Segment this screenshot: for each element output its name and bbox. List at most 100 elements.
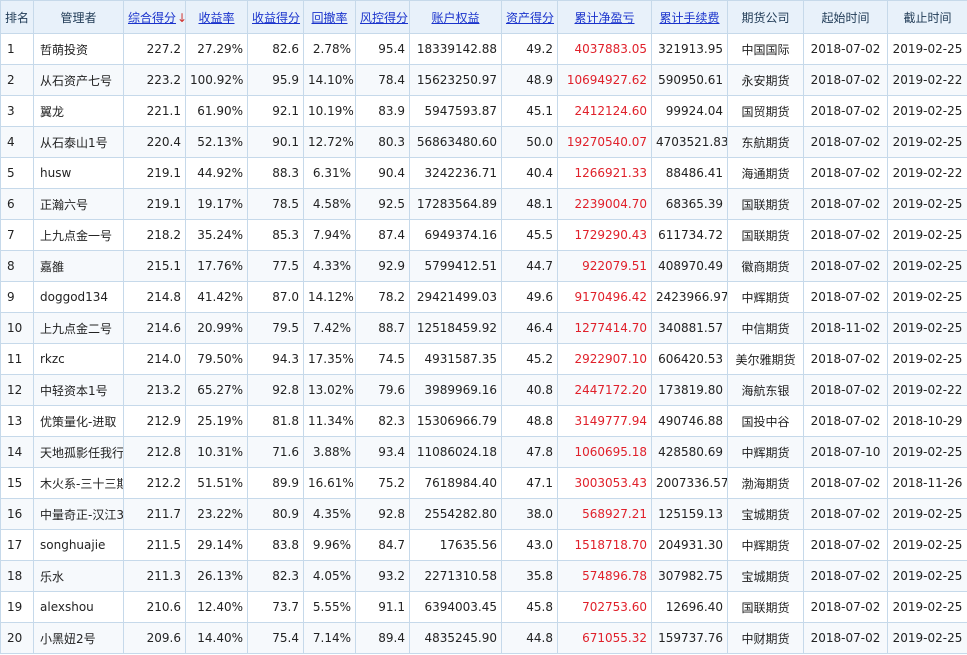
col-header-rank: 排名 bbox=[0, 0, 34, 34]
cell-return-rate: 23.22% bbox=[185, 498, 248, 530]
cell-manager[interactable]: 小黑妞2号 bbox=[33, 622, 124, 654]
col-header-drawdown[interactable]: 回撤率 bbox=[303, 0, 356, 34]
cell-risk-score: 78.2 bbox=[355, 281, 410, 313]
cell-return-score: 92.1 bbox=[247, 95, 304, 127]
table-row[interactable]: 10 上九点金二号 214.6 20.99% 79.5 7.42% 88.7 12518459… bbox=[0, 312, 967, 344]
col-header-equity[interactable]: 账户权益 bbox=[409, 0, 502, 34]
cell-score: 223.2 bbox=[123, 64, 186, 96]
cell-manager[interactable]: 上九点金二号 bbox=[33, 312, 124, 344]
cell-risk-score: 79.6 bbox=[355, 374, 410, 406]
cell-manager[interactable]: rkzc bbox=[33, 343, 124, 375]
table-row[interactable]: 3 翼龙 221.1 61.90% 92.1 10.19% 83.9 5947593.87 45… bbox=[0, 95, 967, 127]
cell-end-date: 2019-02-25 bbox=[887, 33, 967, 65]
cell-start-date: 2018-07-02 bbox=[803, 157, 888, 189]
table-row[interactable]: 12 中轻资本1号 213.2 65.27% 92.8 13.02% 79.6 3989969… bbox=[0, 374, 967, 406]
cell-manager[interactable]: doggod134 bbox=[33, 281, 124, 313]
table-row[interactable]: 11 rkzc 214.0 79.50% 94.3 17.35% 74.5 4931587.3… bbox=[0, 343, 967, 375]
cell-manager[interactable]: 中轻资本1号 bbox=[33, 374, 124, 406]
cell-return-score: 77.5 bbox=[247, 250, 304, 282]
cell-fees: 159737.76 bbox=[651, 622, 728, 654]
cell-drawdown: 9.96% bbox=[303, 529, 356, 561]
cell-score: 210.6 bbox=[123, 591, 186, 623]
cell-score: 211.3 bbox=[123, 560, 186, 592]
cell-manager[interactable]: 中量奇正-汉江3号 bbox=[33, 498, 124, 530]
col-header-score[interactable]: 综合得分↓ bbox=[123, 0, 186, 34]
cell-manager[interactable]: alexshou bbox=[33, 591, 124, 623]
cell-equity: 17283564.89 bbox=[409, 188, 502, 220]
cell-manager[interactable]: 正瀚六号 bbox=[33, 188, 124, 220]
sort-desc-icon: ↓ bbox=[177, 11, 184, 25]
cell-manager[interactable]: husw bbox=[33, 157, 124, 189]
cell-manager[interactable]: 乐水 bbox=[33, 560, 124, 592]
cell-risk-score: 82.3 bbox=[355, 405, 410, 437]
cell-drawdown: 4.05% bbox=[303, 560, 356, 592]
cell-company: 中辉期货 bbox=[727, 529, 804, 561]
cell-net-pnl: 3149777.94 bbox=[557, 405, 652, 437]
table-row[interactable]: 6 正瀚六号 219.1 19.17% 78.5 4.58% 92.5 17283564.89… bbox=[0, 188, 967, 220]
table-row[interactable]: 20 小黑妞2号 209.6 14.40% 75.4 7.14% 89.4 4835245.9… bbox=[0, 622, 967, 654]
col-header-fees[interactable]: 累计手续费 bbox=[651, 0, 728, 34]
cell-net-pnl: 4037883.05 bbox=[557, 33, 652, 65]
cell-return-rate: 44.92% bbox=[185, 157, 248, 189]
cell-return-score: 92.8 bbox=[247, 374, 304, 406]
cell-drawdown: 6.31% bbox=[303, 157, 356, 189]
cell-fees: 428580.69 bbox=[651, 436, 728, 468]
cell-return-rate: 35.24% bbox=[185, 219, 248, 251]
cell-equity: 6949374.16 bbox=[409, 219, 502, 251]
cell-company: 中国国际 bbox=[727, 33, 804, 65]
table-row[interactable]: 18 乐水 211.3 26.13% 82.3 4.05% 93.2 2271310.58 35… bbox=[0, 560, 967, 592]
cell-fees: 99924.04 bbox=[651, 95, 728, 127]
col-header-risk-score[interactable]: 风控得分 bbox=[355, 0, 410, 34]
table-row[interactable]: 2 从石资产七号 223.2 100.92% 95.9 14.10% 78.4 1562325… bbox=[0, 64, 967, 96]
cell-drawdown: 4.58% bbox=[303, 188, 356, 220]
cell-asset-score: 45.8 bbox=[501, 591, 558, 623]
table-row[interactable]: 4 从石泰山1号 220.4 52.13% 90.1 12.72% 80.3 56863480… bbox=[0, 126, 967, 158]
cell-manager[interactable]: 从石资产七号 bbox=[33, 64, 124, 96]
cell-drawdown: 7.14% bbox=[303, 622, 356, 654]
cell-fees: 408970.49 bbox=[651, 250, 728, 282]
cell-drawdown: 14.10% bbox=[303, 64, 356, 96]
cell-risk-score: 91.1 bbox=[355, 591, 410, 623]
table-row[interactable]: 16中量奇正-汉江3号211.723.22%80.94.35%92.825542… bbox=[0, 498, 967, 530]
table-row[interactable]: 5 husw 219.1 44.92% 88.3 6.31% 90.4 3242236.71 4… bbox=[0, 157, 967, 189]
table-row[interactable]: 8 嘉雒 215.1 17.76% 77.5 4.33% 92.9 5799412.51 44.… bbox=[0, 250, 967, 282]
cell-rank: 18 bbox=[0, 560, 34, 592]
cell-return-rate: 25.19% bbox=[185, 405, 248, 437]
col-header-net-pnl[interactable]: 累计净盈亏 bbox=[557, 0, 652, 34]
cell-manager[interactable]: 从石泰山1号 bbox=[33, 126, 124, 158]
cell-score: 220.4 bbox=[123, 126, 186, 158]
cell-asset-score: 48.1 bbox=[501, 188, 558, 220]
table-row[interactable]: 17 songhuajie 211.5 29.14% 83.8 9.96% 84.7 1763… bbox=[0, 529, 967, 561]
cell-manager[interactable]: 上九点金一号 bbox=[33, 219, 124, 251]
cell-net-pnl: 3003053.43 bbox=[557, 467, 652, 499]
table-row[interactable]: 19 alexshou 210.6 12.40% 73.7 5.55% 91.1 639400… bbox=[0, 591, 967, 623]
cell-fees: 340881.57 bbox=[651, 312, 728, 344]
col-header-return-score[interactable]: 收益得分 bbox=[247, 0, 304, 34]
col-header-asset-score[interactable]: 资产得分 bbox=[501, 0, 558, 34]
table-row[interactable]: 9 doggod134 214.8 41.42% 87.0 14.12% 78.2 29421… bbox=[0, 281, 967, 313]
table-row[interactable]: 14 天地孤影任我行 212.8 10.31% 71.6 3.88% 93.4 1108602… bbox=[0, 436, 967, 468]
cell-manager[interactable]: songhuajie bbox=[33, 529, 124, 561]
cell-risk-score: 93.4 bbox=[355, 436, 410, 468]
cell-start-date: 2018-07-02 bbox=[803, 126, 888, 158]
cell-net-pnl: 1729290.43 bbox=[557, 219, 652, 251]
cell-net-pnl: 9170496.42 bbox=[557, 281, 652, 313]
cell-manager[interactable]: 木火系-三十三期 bbox=[33, 467, 124, 499]
cell-risk-score: 78.4 bbox=[355, 64, 410, 96]
cell-start-date: 2018-07-02 bbox=[803, 591, 888, 623]
table-row[interactable]: 7 上九点金一号 218.2 35.24% 85.3 7.94% 87.4 6949374.1… bbox=[0, 219, 967, 251]
cell-start-date: 2018-07-02 bbox=[803, 467, 888, 499]
table-row[interactable]: 1 哲萌投资 227.2 27.29% 82.6 2.78% 95.4 18339142.88… bbox=[0, 33, 967, 65]
cell-score: 221.1 bbox=[123, 95, 186, 127]
table-row[interactable]: 13 优策量化-进取 212.9 25.19% 81.8 11.34% 82.3 153069… bbox=[0, 405, 967, 437]
cell-asset-score: 40.4 bbox=[501, 157, 558, 189]
cell-manager[interactable]: 哲萌投资 bbox=[33, 33, 124, 65]
cell-return-score: 78.5 bbox=[247, 188, 304, 220]
col-header-return-rate[interactable]: 收益率 bbox=[185, 0, 248, 34]
cell-start-date: 2018-07-02 bbox=[803, 250, 888, 282]
table-row[interactable]: 15 木火系-三十三期 212.2 51.51% 89.9 16.61% 75.2 76189… bbox=[0, 467, 967, 499]
cell-manager[interactable]: 嘉雒 bbox=[33, 250, 124, 282]
cell-manager[interactable]: 天地孤影任我行 bbox=[33, 436, 124, 468]
cell-manager[interactable]: 优策量化-进取 bbox=[33, 405, 124, 437]
cell-manager[interactable]: 翼龙 bbox=[33, 95, 124, 127]
